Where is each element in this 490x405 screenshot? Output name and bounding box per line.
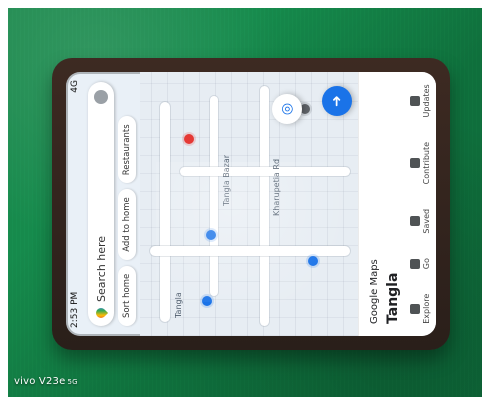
layers-button[interactable]: ◎ <box>272 94 302 124</box>
maps-search-bar[interactable]: Search here <box>88 82 114 326</box>
nav-label: Contribute <box>421 141 431 185</box>
road <box>210 96 218 296</box>
phone-screen: 2:53 PM 4G Search here Sort home Add to … <box>66 72 436 336</box>
bottom-subtitle: Tangla <box>385 272 401 324</box>
chip-sort-home[interactable]: Sort home <box>118 265 136 326</box>
bottom-navigation: Explore Go Saved Contribute Updates <box>403 72 436 336</box>
camera-watermark: vivo V23e 5G <box>14 376 78 387</box>
nav-saved[interactable]: Saved <box>409 208 431 234</box>
chip-add-to-home[interactable]: Add to home <box>118 189 136 260</box>
chip-label: Restaurants <box>122 124 132 176</box>
map-label: Tangla <box>174 292 183 318</box>
nav-explore[interactable]: Explore <box>409 293 431 324</box>
bottom-sheet: Google Maps Tangla Explore Go Saved Cont… <box>358 72 436 336</box>
nav-go[interactable]: Go <box>409 258 431 270</box>
status-network: 4G <box>70 80 80 93</box>
explore-icon <box>409 303 420 314</box>
search-placeholder: Search here <box>94 235 108 302</box>
status-bar: 2:53 PM 4G <box>66 72 84 336</box>
map-poi[interactable] <box>202 296 212 306</box>
contribute-icon <box>409 158 420 169</box>
nav-updates[interactable]: Updates <box>409 84 431 118</box>
smartphone: 2:53 PM 4G Search here Sort home Add to … <box>52 58 450 350</box>
road <box>160 102 170 322</box>
map-label: Kharupetia Rd <box>272 158 281 216</box>
map-poi[interactable] <box>308 256 318 266</box>
bottom-title: Google Maps <box>369 259 380 324</box>
avatar[interactable] <box>94 90 108 104</box>
road <box>180 167 350 176</box>
map-label: Tangla Bazar <box>222 154 231 206</box>
status-time: 2:53 PM <box>70 291 80 328</box>
map-poi[interactable] <box>206 230 216 240</box>
chip-label: Add to home <box>122 197 132 252</box>
directions-button[interactable]: ➜ <box>322 86 352 116</box>
rotated-screen-content: 2:53 PM 4G Search here Sort home Add to … <box>66 72 436 336</box>
map-canvas[interactable]: Tangla Tangla Bazar Kharupetia Rd ◎ ➜ <box>140 72 360 336</box>
map-poi[interactable] <box>184 134 194 144</box>
go-icon <box>409 258 420 269</box>
road <box>150 246 350 256</box>
nav-label: Explore <box>421 293 431 324</box>
nav-contribute[interactable]: Contribute <box>409 141 431 185</box>
chip-restaurants[interactable]: Restaurants <box>118 116 136 184</box>
quick-chips: Sort home Add to home Restaurants <box>118 82 140 326</box>
photo-background: 2:53 PM 4G Search here Sort home Add to … <box>0 0 490 405</box>
maps-pin-icon <box>93 305 109 321</box>
nav-label: Saved <box>421 208 431 234</box>
nav-label: Go <box>421 258 431 270</box>
chip-label: Sort home <box>122 273 132 318</box>
nav-label: Updates <box>421 84 431 118</box>
watermark-small: 5G <box>67 378 78 386</box>
updates-icon <box>409 95 420 106</box>
saved-icon <box>409 216 420 227</box>
watermark-text: vivo V23e <box>14 376 66 387</box>
road <box>260 86 269 326</box>
